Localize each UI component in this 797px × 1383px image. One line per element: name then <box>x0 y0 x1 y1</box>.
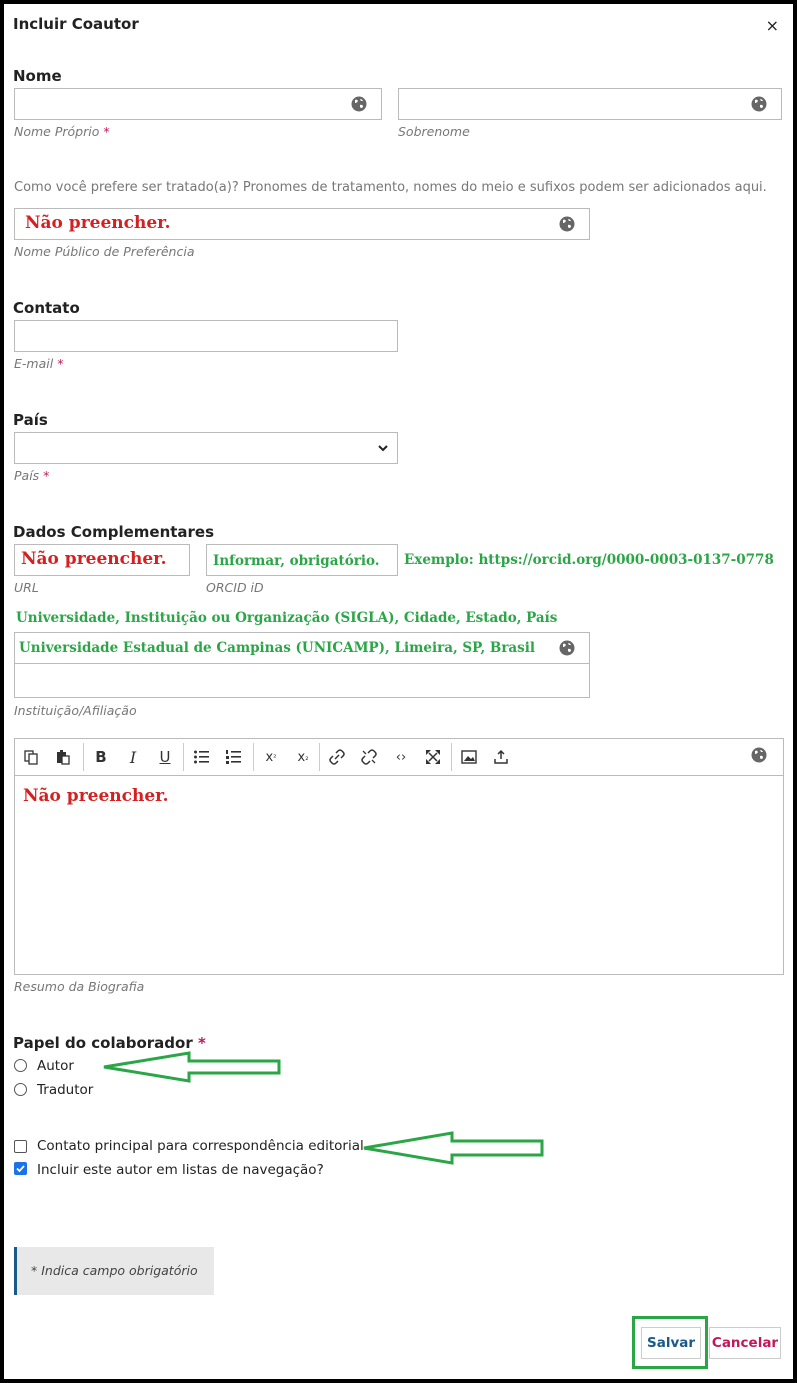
globe-icon[interactable] <box>751 96 767 112</box>
email-field[interactable] <box>14 320 398 352</box>
preferred-name-value: Não preencher. <box>25 213 171 233</box>
globe-icon[interactable] <box>751 747 767 763</box>
preferred-name-help: Como você prefere ser tratado(a)? Pronom… <box>14 180 767 195</box>
preferred-name-label: Nome Público de Preferência <box>14 244 195 259</box>
email-label: E-mail * <box>14 356 64 371</box>
dialog-title: Incluir Coautor <box>13 15 139 33</box>
globe-icon[interactable] <box>559 640 575 656</box>
first-name-label: Nome Próprio * <box>14 124 110 139</box>
code-icon[interactable]: ‹› <box>389 745 413 769</box>
copy-icon[interactable] <box>19 745 43 769</box>
cancel-button[interactable]: Cancelar <box>709 1327 781 1359</box>
include-browse-label[interactable]: Incluir este autor em listas de navegaçã… <box>37 1162 324 1178</box>
close-icon[interactable]: × <box>766 16 779 35</box>
include-browse-checkbox[interactable] <box>14 1162 27 1175</box>
link-icon[interactable] <box>325 745 349 769</box>
biography-label: Resumo da Biografia <box>14 979 145 994</box>
orcid-input[interactable]: Informar, obrigatório. <box>206 544 398 576</box>
annotation-arrow-icon <box>363 1131 544 1165</box>
affiliation-value: Universidade Estadual de Campinas (UNICA… <box>19 640 536 656</box>
biography-value: Não preencher. <box>23 786 169 806</box>
affiliation-label: Instituição/Afiliação <box>14 703 137 718</box>
url-input[interactable]: Não preencher. <box>14 544 190 576</box>
last-name-label: Sobrenome <box>398 124 470 139</box>
role-option-tradutor[interactable]: Tradutor <box>37 1082 93 1098</box>
required-notice: * Indica campo obrigatório <box>14 1247 214 1295</box>
bullet-list-icon[interactable] <box>189 745 213 769</box>
bold-icon[interactable]: B <box>89 745 113 769</box>
orcid-value: Informar, obrigatório. <box>213 553 380 569</box>
url-label: URL <box>14 580 39 595</box>
pais-heading: País <box>13 411 48 429</box>
orcid-label: ORCID iD <box>206 580 264 595</box>
primary-contact-label[interactable]: Contato principal para correspondência e… <box>37 1138 368 1154</box>
unlink-icon[interactable] <box>357 745 381 769</box>
save-button[interactable]: Salvar <box>641 1327 701 1359</box>
orcid-example: Exemplo: https://orcid.org/0000-0003-013… <box>404 552 774 568</box>
biography-editor[interactable]: Não preencher. <box>14 775 784 975</box>
superscript-icon[interactable]: x² <box>259 745 283 769</box>
subscript-icon[interactable]: x₂ <box>291 745 315 769</box>
affiliation-hint: Universidade, Instituição ou Organização… <box>16 610 558 626</box>
fullscreen-icon[interactable] <box>421 745 445 769</box>
annotation-arrow-icon <box>103 1051 281 1083</box>
preferred-name-input[interactable]: Não preencher. <box>14 208 590 240</box>
chevron-down-icon <box>378 445 388 452</box>
first-name-input[interactable] <box>14 88 382 120</box>
underline-icon[interactable]: U <box>153 745 177 769</box>
numbered-list-icon[interactable] <box>221 745 245 769</box>
country-label: País * <box>14 468 50 483</box>
affiliation-input[interactable]: Universidade Estadual de Campinas (UNICA… <box>14 632 590 664</box>
nome-heading: Nome <box>13 67 62 85</box>
role-radio-autor[interactable] <box>14 1059 27 1072</box>
last-name-input[interactable] <box>398 88 782 120</box>
upload-icon[interactable] <box>489 745 513 769</box>
editor-toolbar: B I U x² x₂ ‹› <box>14 738 784 775</box>
italic-icon[interactable]: I <box>121 745 145 769</box>
dados-heading: Dados Complementares <box>13 523 215 541</box>
globe-icon[interactable] <box>559 216 575 232</box>
paste-icon[interactable] <box>51 745 75 769</box>
role-option-autor[interactable]: Autor <box>37 1058 74 1074</box>
globe-icon[interactable] <box>351 96 367 112</box>
required-notice-text: * Indica campo obrigatório <box>31 1263 198 1278</box>
dialog: Incluir Coautor × Nome Nome Próprio * So… <box>4 4 793 1379</box>
contato-heading: Contato <box>13 299 80 317</box>
primary-contact-checkbox[interactable] <box>14 1140 27 1153</box>
affiliation-input-2[interactable] <box>14 663 590 698</box>
url-value: Não preencher. <box>21 549 167 569</box>
checkmark-icon <box>16 1165 25 1173</box>
image-icon[interactable] <box>457 745 481 769</box>
country-select[interactable] <box>14 432 398 464</box>
role-radio-tradutor[interactable] <box>14 1083 27 1096</box>
